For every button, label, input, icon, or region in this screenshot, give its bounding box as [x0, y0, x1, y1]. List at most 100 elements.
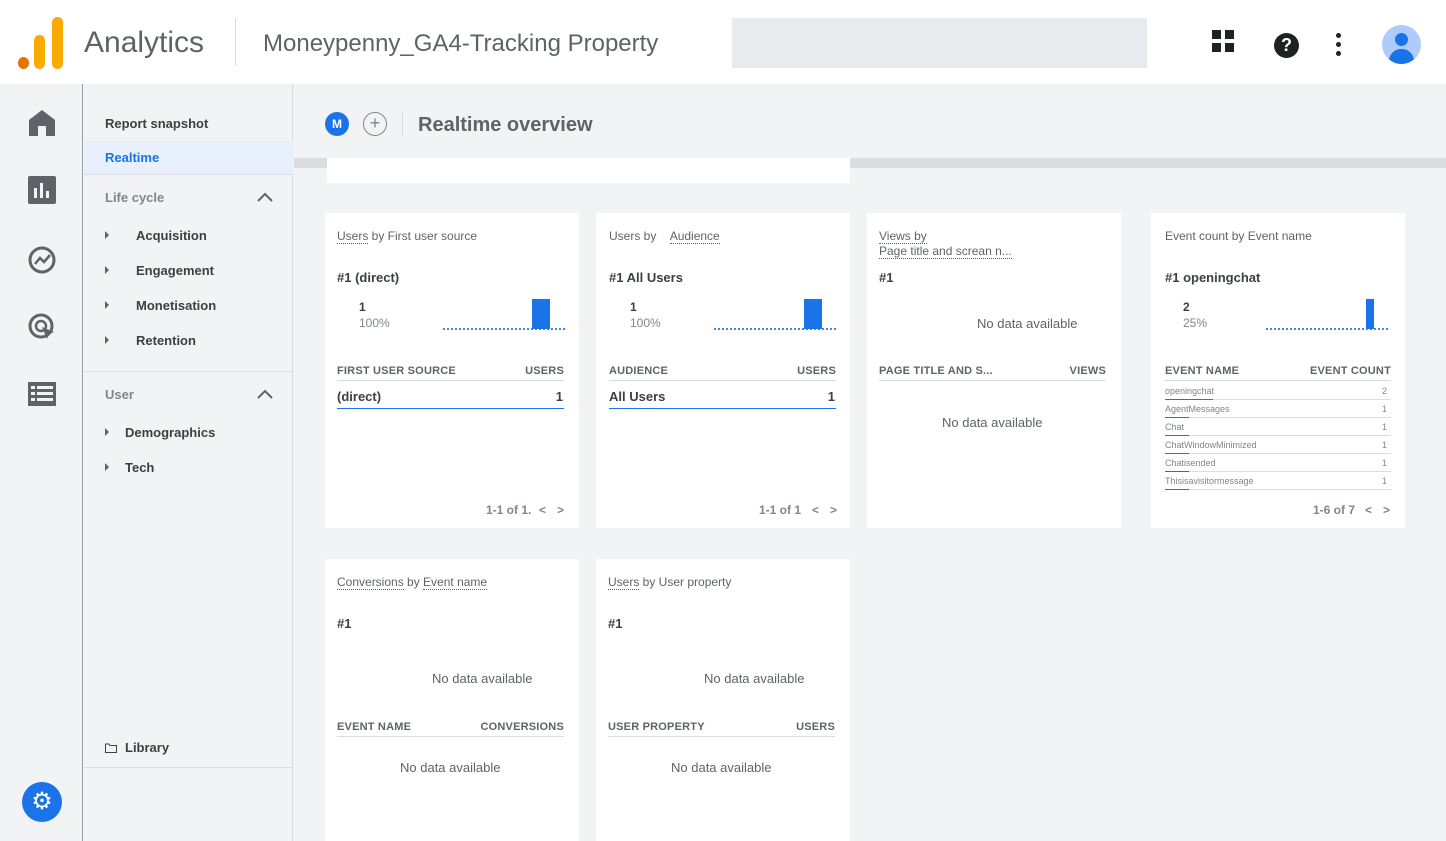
col-header-event-name[interactable]: EVENT NAME	[1165, 365, 1239, 377]
expand-arrow-icon[interactable]	[105, 266, 109, 274]
top-rank: #1	[337, 616, 352, 631]
nav-tech[interactable]: Tech	[125, 460, 154, 475]
reports-icon[interactable]	[28, 176, 56, 204]
col-header-views[interactable]: VIEWS	[1070, 365, 1106, 377]
no-data-message: No data available	[400, 760, 501, 775]
help-icon[interactable]: ?	[1274, 33, 1299, 58]
admin-settings-gear-icon[interactable]: ⚙	[22, 782, 62, 822]
row-bar	[337, 408, 564, 409]
nav-engagement[interactable]: Engagement	[136, 263, 214, 278]
pagination-label: 1-1 of 1.	[486, 503, 532, 517]
card-title[interactable]: Event count by Event name	[1165, 229, 1312, 244]
card-title[interactable]: Users by User property	[608, 575, 731, 590]
next-page-button[interactable]: >	[830, 503, 837, 517]
table-divider	[337, 736, 564, 737]
top-rank: #1	[879, 270, 894, 285]
card-users-by-user-property: Users by User property #1 No data availa…	[596, 559, 850, 841]
row-value: 1	[827, 389, 835, 404]
prev-page-button[interactable]: <	[1365, 503, 1372, 517]
next-page-button[interactable]: >	[1383, 503, 1390, 517]
card-title[interactable]: Users by Audience	[609, 229, 720, 244]
prev-page-button[interactable]: <	[539, 503, 546, 517]
col-header-first-user-source[interactable]: FIRST USER SOURCE	[337, 365, 456, 377]
table-row[interactable]: Chat 1	[1165, 418, 1391, 436]
nav-retention[interactable]: Retention	[136, 333, 196, 348]
event-name: ChatWindowMinimized	[1165, 440, 1257, 450]
table-row[interactable]: Chatisended 1	[1165, 454, 1391, 472]
account-avatar[interactable]	[1382, 25, 1421, 64]
col-header-users[interactable]: USERS	[797, 365, 836, 377]
nav-realtime[interactable]: Realtime	[84, 141, 293, 174]
nav-demographics[interactable]: Demographics	[125, 425, 215, 440]
card-users-by-audience: Users by Audience #1 All Users 1 100% AU…	[596, 213, 850, 528]
chevron-up-icon[interactable]	[257, 192, 273, 202]
nav-section-lifecycle[interactable]: Life cycle	[105, 190, 164, 205]
chevron-up-icon[interactable]	[257, 389, 273, 399]
event-count: 1	[1381, 458, 1387, 468]
row-label: All Users	[609, 389, 666, 404]
card-title[interactable]: Views by Page title and screan n...	[879, 229, 1012, 259]
sparkline-bar[interactable]	[1366, 299, 1374, 329]
pagination-label: 1-1 of 1	[759, 503, 802, 517]
analytics-logo-icon[interactable]	[18, 17, 64, 69]
more-vert-icon[interactable]	[1336, 33, 1342, 57]
top-percent: 100%	[630, 316, 661, 330]
configure-list-icon[interactable]	[28, 380, 56, 408]
nav-monetisation[interactable]: Monetisation	[136, 298, 216, 313]
table-divider	[608, 736, 835, 737]
no-data-message: No data available	[704, 671, 805, 686]
expand-arrow-icon[interactable]	[105, 336, 109, 344]
expand-arrow-icon[interactable]	[105, 231, 109, 239]
nav-report-snapshot[interactable]: Report snapshot	[84, 116, 293, 131]
card-users-by-first-user-source: Users by First user source #1 (direct) 1…	[325, 213, 579, 528]
title-row: M + Realtime overview	[294, 84, 1446, 158]
app-name: Analytics	[84, 26, 205, 59]
nav-library[interactable]: Library	[125, 740, 169, 755]
header-divider	[235, 18, 236, 66]
sparkline-bar[interactable]	[532, 299, 550, 329]
expand-arrow-icon[interactable]	[105, 463, 109, 471]
nav-section-user[interactable]: User	[105, 387, 134, 402]
search-input[interactable]	[732, 18, 1147, 68]
event-name: Chat	[1165, 422, 1185, 432]
sparkline-bar[interactable]	[804, 299, 822, 329]
col-header-page-title[interactable]: PAGE TITLE AND S...	[879, 365, 993, 377]
prev-page-button[interactable]: <	[812, 503, 819, 517]
expand-arrow-icon[interactable]	[105, 428, 109, 436]
table-row[interactable]: AgentMessages 1	[1165, 400, 1391, 418]
map-card-bottom	[327, 158, 850, 183]
apps-grid-icon[interactable]	[1212, 30, 1234, 52]
table-row[interactable]: Thisisavisitormessage 1	[1165, 472, 1391, 490]
advertising-icon[interactable]	[28, 313, 56, 341]
col-header-users[interactable]: USERS	[796, 721, 835, 733]
nav-acquisition[interactable]: Acquisition	[136, 228, 207, 243]
title-divider	[402, 112, 403, 136]
row-value: 1	[555, 389, 563, 404]
col-header-event-count[interactable]: EVENT COUNT	[1310, 365, 1391, 377]
table-row[interactable]: ChatWindowMinimized 1	[1165, 436, 1391, 454]
col-header-user-property[interactable]: USER PROPERTY	[608, 721, 705, 733]
no-data-message: No data available	[432, 671, 533, 686]
col-header-conversions[interactable]: CONVERSIONS	[481, 721, 565, 733]
home-icon[interactable]	[28, 108, 56, 136]
col-header-audience[interactable]: AUDIENCE	[609, 365, 668, 377]
table-divider	[1165, 380, 1391, 381]
card-views-by-page-title: Views by Page title and screan n... #1 No…	[867, 213, 1121, 528]
expand-arrow-icon[interactable]	[105, 301, 109, 309]
no-data-message: No data available	[671, 760, 772, 775]
card-event-count-by-event-name: Event count by Event name #1 openingchat…	[1151, 213, 1405, 528]
page-title: Realtime overview	[418, 114, 593, 136]
card-title[interactable]: Conversions by Event name	[337, 575, 488, 590]
col-header-users[interactable]: USERS	[525, 365, 564, 377]
nav-divider	[84, 767, 293, 768]
explore-icon[interactable]	[28, 246, 56, 274]
col-header-event-name[interactable]: EVENT NAME	[337, 721, 411, 733]
table-divider	[337, 380, 564, 381]
event-count: 1	[1381, 422, 1387, 432]
comparison-chip[interactable]: M	[325, 112, 349, 136]
card-title[interactable]: Users by First user source	[337, 229, 477, 244]
property-selector[interactable]: Moneypenny_GA4-Tracking Property	[263, 30, 658, 58]
table-row[interactable]: openingchat 2	[1165, 382, 1391, 400]
add-comparison-button[interactable]: +	[363, 112, 387, 136]
next-page-button[interactable]: >	[557, 503, 564, 517]
